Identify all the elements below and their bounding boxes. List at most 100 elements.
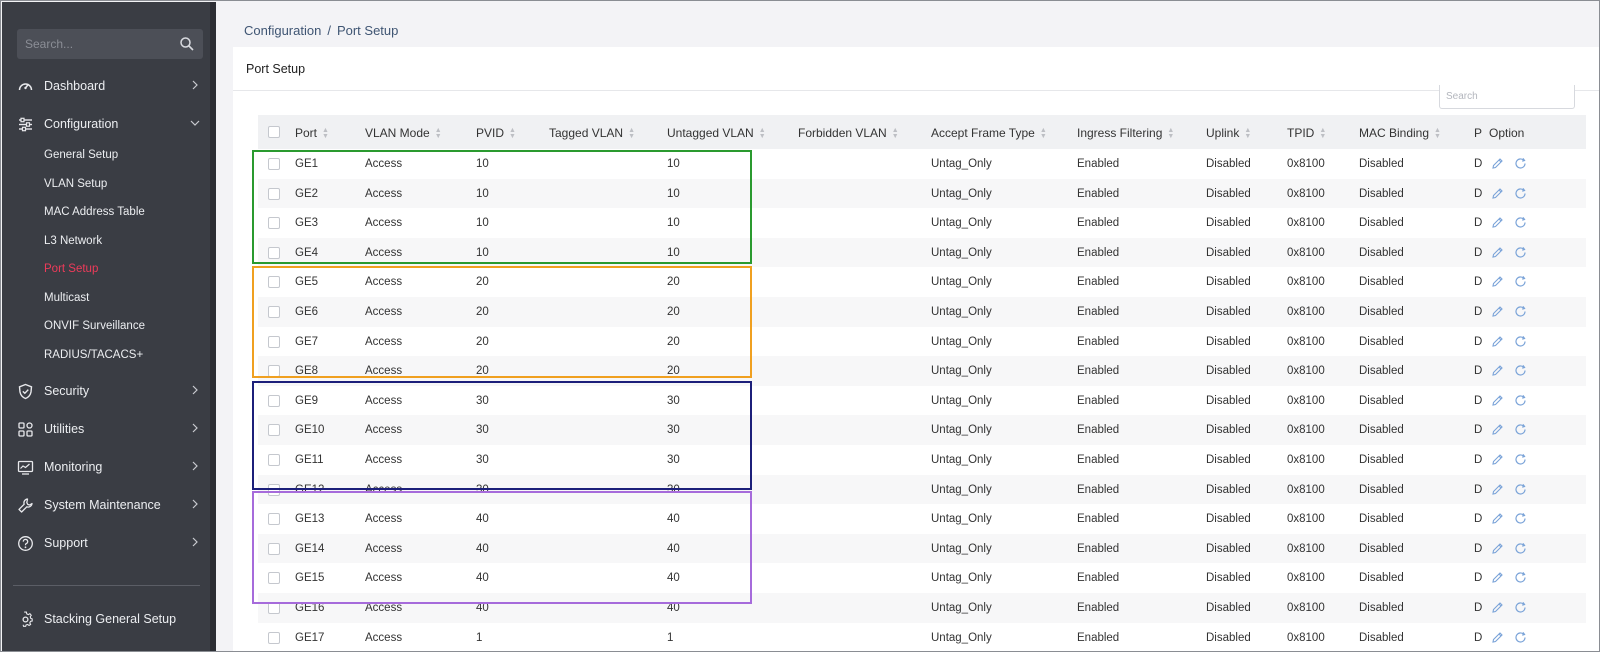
- cell-truncated: Di: [1474, 276, 1482, 289]
- edit-icon[interactable]: [1491, 571, 1504, 584]
- edit-icon[interactable]: [1491, 335, 1504, 348]
- column-header-uplink[interactable]: Uplink ▲ ▼: [1206, 126, 1251, 140]
- sort-icon[interactable]: ▲ ▼: [892, 127, 899, 140]
- edit-icon[interactable]: [1491, 364, 1504, 377]
- chevron-right-icon: [192, 537, 198, 547]
- edit-icon[interactable]: [1491, 275, 1504, 288]
- submenu-onvif-surveillance[interactable]: ONVIF Surveillance: [44, 320, 145, 332]
- sort-icon[interactable]: ▲ ▼: [322, 127, 329, 140]
- refresh-icon[interactable]: [1514, 453, 1527, 466]
- refresh-icon[interactable]: [1514, 246, 1527, 259]
- nav-dashboard[interactable]: Dashboard: [2, 74, 210, 100]
- sort-icon[interactable]: ▲ ▼: [509, 127, 516, 140]
- nav-stacking-general-setup[interactable]: Stacking General Setup: [2, 607, 210, 633]
- sort-icon[interactable]: ▲ ▼: [1244, 127, 1251, 140]
- nav-utilities[interactable]: Utilities: [2, 417, 210, 443]
- column-header-option: Option: [1489, 126, 1525, 140]
- sort-icon[interactable]: ▲ ▼: [628, 127, 635, 140]
- cell-tpid: 0x8100: [1287, 217, 1325, 230]
- refresh-icon[interactable]: [1514, 601, 1527, 614]
- sort-icon[interactable]: ▲ ▼: [759, 127, 766, 140]
- column-header-port[interactable]: Port ▲ ▼: [295, 126, 329, 140]
- cell-mac-binding: Disabled: [1359, 483, 1404, 496]
- refresh-icon[interactable]: [1514, 157, 1527, 170]
- edit-icon[interactable]: [1491, 394, 1504, 407]
- sidebar-search[interactable]: Search...: [17, 29, 203, 59]
- submenu-vlan-setup[interactable]: VLAN Setup: [44, 178, 107, 190]
- column-header-accept-frame-type[interactable]: Accept Frame Type ▲ ▼: [931, 126, 1047, 140]
- edit-icon[interactable]: [1491, 601, 1504, 614]
- edit-icon[interactable]: [1491, 542, 1504, 555]
- cell-truncated: Di: [1474, 305, 1482, 318]
- vlan-group-box: [252, 266, 752, 378]
- edit-icon[interactable]: [1491, 157, 1504, 170]
- breadcrumb-parent[interactable]: Configuration: [244, 23, 321, 38]
- edit-icon[interactable]: [1491, 483, 1504, 496]
- refresh-icon[interactable]: [1514, 483, 1527, 496]
- refresh-icon[interactable]: [1514, 512, 1527, 525]
- cell-mac-binding: Disabled: [1359, 217, 1404, 230]
- edit-icon[interactable]: [1491, 216, 1504, 229]
- refresh-icon[interactable]: [1514, 571, 1527, 584]
- refresh-icon[interactable]: [1514, 275, 1527, 288]
- submenu-general-setup[interactable]: General Setup: [44, 149, 118, 161]
- nav-label: Utilities: [44, 422, 85, 436]
- column-header-untagged-vlan[interactable]: Untagged VLAN ▲ ▼: [667, 126, 766, 140]
- edit-icon[interactable]: [1491, 187, 1504, 200]
- refresh-icon[interactable]: [1514, 394, 1527, 407]
- refresh-icon[interactable]: [1514, 364, 1527, 377]
- row-checkbox[interactable]: [268, 631, 280, 644]
- refresh-icon[interactable]: [1514, 305, 1527, 318]
- nav-support[interactable]: Support: [2, 531, 210, 557]
- edit-icon[interactable]: [1491, 423, 1504, 436]
- refresh-icon[interactable]: [1514, 631, 1527, 644]
- edit-icon[interactable]: [1491, 246, 1504, 259]
- cell-accept-frame-type: Untag_Only: [931, 631, 992, 644]
- sort-icon[interactable]: ▲ ▼: [1319, 127, 1326, 140]
- refresh-icon[interactable]: [1514, 542, 1527, 555]
- refresh-icon[interactable]: [1514, 216, 1527, 229]
- cell-tpid: 0x8100: [1287, 631, 1325, 644]
- submenu-radius-tacacs[interactable]: RADIUS/TACACS+: [44, 349, 143, 361]
- nav-configuration[interactable]: Configuration: [2, 112, 210, 138]
- table-search-input[interactable]: [1439, 85, 1575, 109]
- submenu-mac-address-table[interactable]: MAC Address Table: [44, 206, 145, 218]
- search-icon[interactable]: [179, 36, 195, 52]
- cell-uplink: Disabled: [1206, 305, 1251, 318]
- column-header-forbidden-vlan[interactable]: Forbidden VLAN ▲ ▼: [798, 126, 899, 140]
- select-all-checkbox[interactable]: [268, 126, 280, 138]
- cell-tpid: 0x8100: [1287, 394, 1325, 407]
- column-header-tpid[interactable]: TPID ▲ ▼: [1287, 126, 1326, 140]
- cell-mac-binding: Disabled: [1359, 572, 1404, 585]
- cell-truncated: Di: [1474, 483, 1482, 496]
- cell-tpid: 0x8100: [1287, 424, 1325, 437]
- column-header-tagged-vlan[interactable]: Tagged VLAN ▲ ▼: [549, 126, 635, 140]
- nav-monitoring[interactable]: Monitoring: [2, 455, 210, 481]
- sort-icon[interactable]: ▲ ▼: [1167, 127, 1174, 140]
- submenu-l3-network[interactable]: L3 Network: [44, 235, 102, 247]
- column-header-ingress-filtering[interactable]: Ingress Filtering ▲ ▼: [1077, 126, 1174, 140]
- column-header-vlan-mode[interactable]: VLAN Mode ▲ ▼: [365, 126, 442, 140]
- submenu-port-setup[interactable]: Port Setup: [44, 263, 98, 275]
- sort-icon[interactable]: ▲ ▼: [1040, 127, 1047, 140]
- nav-system-maintenance[interactable]: System Maintenance: [2, 493, 210, 519]
- edit-icon[interactable]: [1491, 453, 1504, 466]
- nav-security[interactable]: Security: [2, 379, 210, 405]
- cell-truncated: Di: [1474, 217, 1482, 230]
- sort-icon[interactable]: ▲ ▼: [435, 127, 442, 140]
- edit-icon[interactable]: [1491, 305, 1504, 318]
- edit-icon[interactable]: [1491, 512, 1504, 525]
- breadcrumb-current: Port Setup: [336, 23, 399, 38]
- nav-label: Security: [44, 384, 90, 398]
- refresh-icon[interactable]: [1514, 423, 1527, 436]
- sort-icon[interactable]: ▲ ▼: [1434, 127, 1441, 140]
- refresh-icon[interactable]: [1514, 187, 1527, 200]
- app-window: Search... Dashboard Configuration Genera…: [0, 0, 1600, 652]
- column-header-truncated[interactable]: P: [1474, 126, 1482, 140]
- refresh-icon[interactable]: [1514, 335, 1527, 348]
- column-header-pvid[interactable]: PVID ▲ ▼: [476, 126, 516, 140]
- edit-icon[interactable]: [1491, 631, 1504, 644]
- submenu-multicast[interactable]: Multicast: [44, 292, 89, 304]
- cell-untagged-vlan: 1: [667, 631, 674, 644]
- column-header-mac-binding[interactable]: MAC Binding ▲ ▼: [1359, 126, 1441, 140]
